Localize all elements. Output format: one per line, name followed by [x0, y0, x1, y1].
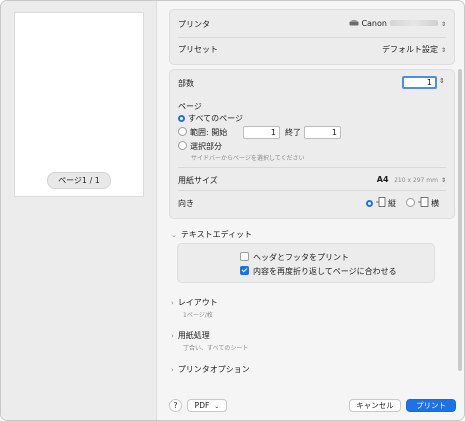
range-to-input[interactable]: 1: [304, 126, 341, 139]
preset-label: プリセット: [178, 45, 218, 54]
chevron-down-icon: ⌄: [171, 231, 177, 239]
chevron-down-icon: ⌄: [214, 403, 220, 410]
radio-selection[interactable]: 選択部分: [178, 141, 222, 152]
copies-label: 部数: [178, 79, 194, 88]
page-preview: [14, 12, 144, 197]
radio-empty-icon: [406, 198, 415, 207]
printer-options-section-header[interactable]: › プリンタオプション: [171, 364, 250, 375]
printer-group: プリンタ Canon ⇕ プリセット デフォルト設定 ⇕: [169, 9, 455, 65]
printer-icon: [349, 20, 359, 26]
checkbox-checked-icon: [240, 266, 249, 275]
paper-handling-summary: 丁合い、すべてのシート: [183, 345, 249, 352]
radio-empty-icon: [178, 127, 187, 136]
page-counter: ページ1 / 1: [47, 172, 111, 189]
chevron-updown-icon: ⇕: [440, 177, 446, 184]
radio-page-range[interactable]: 範囲: 開始: [178, 127, 227, 138]
range-from-input[interactable]: 1: [243, 126, 280, 139]
landscape-icon: [418, 197, 429, 207]
chevron-right-icon: ›: [171, 366, 174, 374]
layout-section-header[interactable]: › レイアウト: [171, 297, 218, 308]
radio-selected-icon: [366, 200, 373, 207]
settings-pane: プリンタ Canon ⇕ プリセット デフォルト設定 ⇕ 部数 1 ⇕ ページ すべ…: [156, 1, 464, 420]
copies-stepper[interactable]: ⇕: [439, 77, 445, 85]
preset-value: デフォルト設定: [381, 45, 438, 54]
range-to-label: 終了: [285, 128, 301, 137]
cancel-button[interactable]: キャンセル: [349, 399, 401, 412]
portrait-icon: [376, 197, 386, 207]
orientation-portrait[interactable]: 縦: [366, 197, 396, 209]
selection-hint: サイドバーからページを選択してください: [191, 155, 305, 162]
textedit-section-header[interactable]: ⌄ テキストエディット: [171, 229, 252, 240]
checkbox-headers-footers[interactable]: ヘッダとフッタをプリント: [240, 252, 349, 263]
print-options-group: 部数 1 ⇕ ページ すべてのページ 範囲: 開始 1 終了 1 選択部分 サイ…: [169, 69, 455, 219]
printer-select[interactable]: Canon ⇕: [349, 19, 446, 28]
layout-summary: 1ページ/枚: [183, 312, 213, 319]
printer-name-redacted: [389, 20, 438, 26]
copies-input[interactable]: 1: [402, 76, 437, 89]
chevron-updown-icon: ⇕: [440, 21, 446, 28]
paper-handling-section-header[interactable]: › 用紙処理: [171, 330, 210, 341]
chevron-updown-icon: ⇕: [440, 47, 446, 54]
preset-select[interactable]: デフォルト設定 ⇕: [382, 44, 446, 55]
textedit-options: ヘッダとフッタをプリント 内容を再度折り返してページに合わせる: [177, 243, 435, 283]
pages-label: ページ: [178, 102, 202, 111]
pdf-menu-button[interactable]: PDF ⌄: [187, 399, 227, 412]
paper-size-label: 用紙サイズ: [178, 176, 218, 185]
radio-empty-icon: [178, 141, 187, 150]
print-dialog: ページ1 / 1 プリンタ Canon ⇕ プリセット デフォルト設定 ⇕ 部数 1…: [0, 0, 465, 421]
orientation-label: 向き: [178, 199, 194, 208]
radio-all-pages[interactable]: すべてのページ: [178, 113, 243, 124]
printer-label: プリンタ: [178, 20, 210, 29]
print-button[interactable]: プリント: [406, 399, 456, 412]
help-button[interactable]: ?: [169, 399, 182, 412]
radio-selected-icon: [178, 115, 185, 122]
scrollbar[interactable]: [458, 69, 462, 371]
orientation-landscape[interactable]: 横: [406, 197, 439, 209]
checkbox-rewrap[interactable]: 内容を再度折り返してページに合わせる: [240, 266, 397, 277]
chevron-right-icon: ›: [171, 332, 174, 340]
checkbox-unchecked-icon: [240, 252, 249, 261]
paper-size-select[interactable]: A4 210 x 297 mm ⇕: [377, 175, 446, 184]
chevron-right-icon: ›: [171, 299, 174, 307]
printer-name: Canon: [361, 19, 387, 28]
preview-pane: ページ1 / 1: [1, 1, 156, 420]
